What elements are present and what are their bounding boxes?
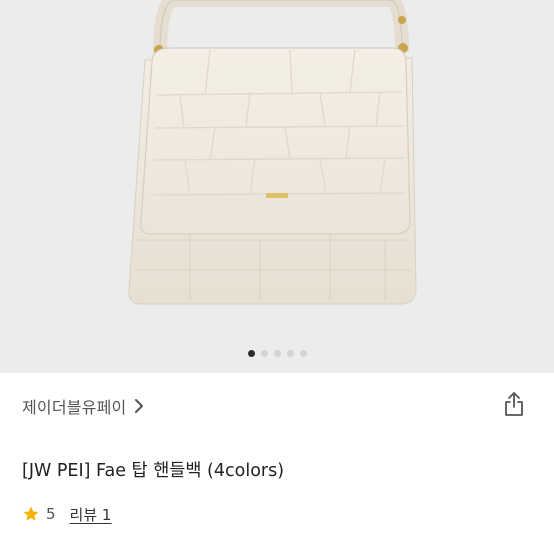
share-button[interactable]	[500, 392, 528, 420]
carousel-dot[interactable]	[299, 350, 307, 357]
reviews-link[interactable]: 리뷰 1	[70, 504, 112, 525]
product-detail-page: 제이더블유페이 [JW PEI] Fae 탑 핸들백 (4colors) 5 리…	[0, 0, 554, 554]
carousel-dot[interactable]	[260, 350, 268, 357]
carousel-dot[interactable]	[273, 350, 281, 357]
product-title: [JW PEI] Fae 탑 핸들백 (4colors)	[22, 461, 285, 481]
carousel-dot[interactable]	[286, 350, 294, 357]
product-image	[128, 0, 417, 305]
share-icon	[502, 391, 526, 421]
carousel-dot-active[interactable]	[247, 350, 255, 357]
star-icon	[22, 505, 40, 523]
product-image-carousel[interactable]	[0, 0, 554, 373]
brand-link[interactable]: 제이더블유페이	[22, 392, 144, 420]
carousel-indicator	[0, 350, 554, 357]
rating-row: 5 리뷰 1	[22, 502, 111, 526]
chevron-right-icon	[134, 398, 144, 414]
rating-value: 5	[46, 505, 56, 523]
brand-name: 제이더블유페이	[22, 398, 127, 417]
